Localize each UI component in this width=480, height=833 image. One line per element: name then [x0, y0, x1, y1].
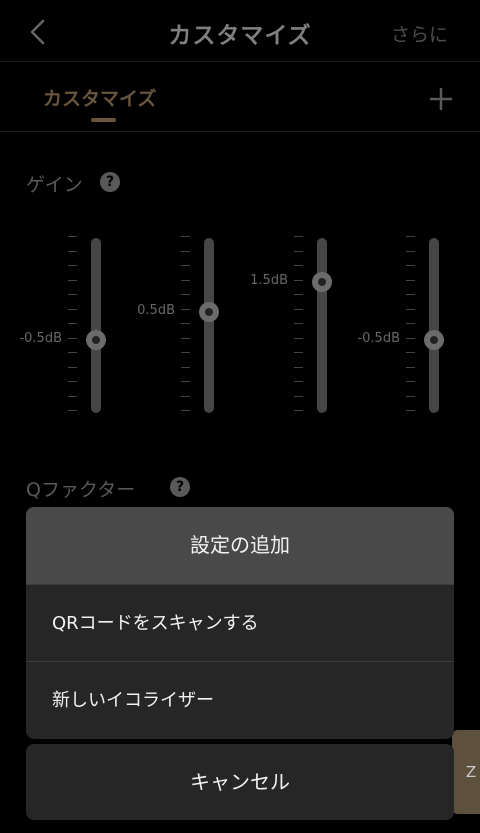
cancel-button[interactable]: キャンセル	[26, 744, 454, 820]
action-sheet-title: 設定の追加	[26, 507, 454, 584]
action-sheet: 設定の追加 QRコードをスキャンする 新しいイコライザー	[26, 507, 454, 739]
side-tab[interactable]: Z	[452, 730, 480, 814]
scan-qr-code-option[interactable]: QRコードをスキャンする	[26, 584, 454, 661]
new-equalizer-option[interactable]: 新しいイコライザー	[26, 661, 454, 738]
